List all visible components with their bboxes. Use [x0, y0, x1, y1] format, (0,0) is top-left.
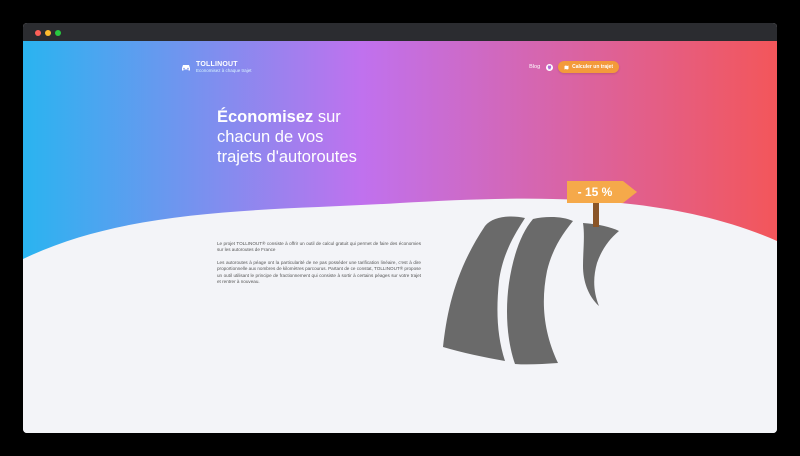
window-titlebar	[23, 23, 777, 41]
discount-sign-label: - 15 %	[578, 185, 613, 199]
maximize-window-button[interactable]	[55, 30, 61, 36]
car-icon	[182, 65, 190, 71]
headline-line1-rest: sur	[313, 108, 341, 126]
hero-gradient-background	[23, 41, 777, 259]
top-navigation: Blog Calculer un trajet	[529, 61, 619, 73]
intro-paragraph-2: Les autoroutes à péage ont la particular…	[217, 259, 421, 285]
headline-line3: trajets d'autoroutes	[217, 148, 357, 166]
headline-bold: Économisez	[217, 108, 314, 126]
hero-section: TOLLINOUT Economisez à chaque trajet Blo…	[23, 41, 777, 433]
brand-name: TOLLINOUT	[196, 61, 238, 68]
road-right-lane	[507, 216, 573, 365]
road-exit-ramp	[583, 223, 619, 306]
close-window-button[interactable]	[35, 30, 41, 36]
headline-line2: chacun de vos	[217, 128, 324, 146]
github-icon[interactable]	[546, 63, 554, 71]
minimize-window-button[interactable]	[45, 30, 51, 36]
nav-link-blog[interactable]: Blog	[529, 64, 540, 70]
intro-text: Le projet TOLLINOUT® consiste à offrir u…	[217, 241, 421, 291]
hero-headline: Économisez sur chacun de vos trajets d'a…	[217, 107, 357, 167]
calculate-trip-label: Calculer un trajet	[572, 64, 613, 70]
highway-illustration: - 15 %	[443, 181, 637, 365]
map-icon	[564, 65, 569, 69]
brand-logo[interactable]: TOLLINOUT Economisez à chaque trajet	[180, 61, 252, 74]
calculate-trip-button[interactable]: Calculer un trajet	[558, 61, 619, 73]
browser-window: TOLLINOUT Economisez à chaque trajet Blo…	[23, 23, 777, 433]
intro-paragraph-1: Le projet TOLLINOUT® consiste à offrir u…	[217, 241, 421, 253]
brand-tagline: Economisez à chaque trajet	[196, 68, 252, 73]
